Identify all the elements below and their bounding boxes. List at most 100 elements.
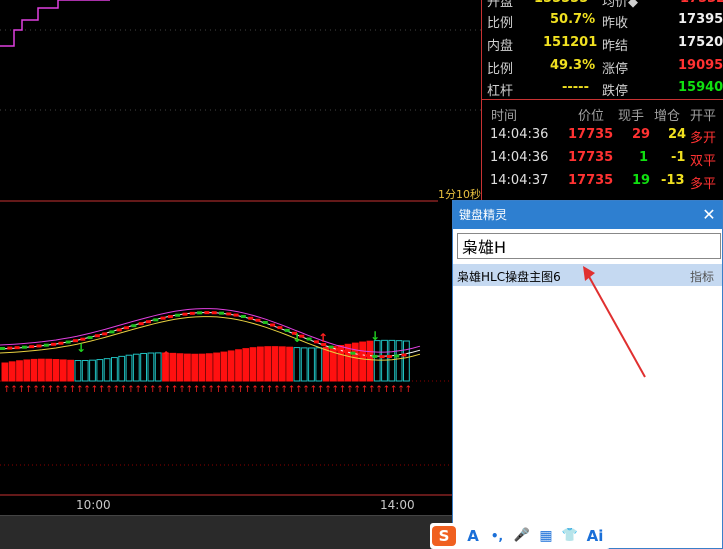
quote-row-4: 杠杆 ----- 跌停 15940 (487, 80, 723, 99)
punctuation-icon[interactable]: •, (488, 526, 506, 546)
volume-bar (264, 346, 272, 382)
volume-bar (118, 355, 126, 382)
volume-bar (8, 361, 16, 382)
signal-arrow: ↓ (292, 331, 302, 345)
volume-bar (213, 352, 220, 382)
ma-candle (138, 322, 144, 326)
price-step-line (0, 0, 110, 47)
volume-bar (271, 346, 279, 382)
microphone-icon[interactable]: 🎤 (512, 526, 532, 546)
quote-row-2: 内盘 151201 昨结 17520 (487, 35, 723, 54)
ma-candle (182, 312, 188, 316)
ma-candle (401, 353, 407, 357)
volume-bar (227, 350, 235, 382)
ma-candle (248, 316, 254, 320)
ma-candle (14, 346, 20, 350)
keyboard-icon[interactable]: ▦ (536, 526, 556, 546)
ma-candle (124, 326, 130, 330)
keyboard-wizard-dialog[interactable]: 键盘精灵 ✕ 枭雄HLC操盘主图6 指标 (452, 200, 723, 549)
ma-candle (240, 314, 246, 318)
quote-row-3: 比例 49.3% 涨停 19095 (487, 58, 723, 77)
volume-bar (125, 354, 133, 382)
ai-icon[interactable]: Ai (584, 526, 606, 546)
arrow-up-mark: ↑ (405, 385, 413, 395)
tick-row: 14:04:37 17735 19 -13 多平 (490, 173, 717, 192)
volume-bar (388, 339, 396, 382)
ime-toolbar[interactable]: S A •, 🎤 ▦ 👕 Ai (430, 523, 610, 549)
volume-bar (140, 352, 147, 382)
ma-candle (29, 345, 35, 349)
signal-arrow: ↑ (161, 349, 171, 363)
result-name: 枭雄HLC操盘主图6 (457, 270, 561, 284)
volume-bar (67, 359, 74, 382)
ma-candle (58, 341, 64, 345)
volume-bar (257, 346, 264, 382)
kline-chart[interactable]: ↑ ↑ ↑ ↑ ↑ ↑ ↑ ↑ ↑ ↑ ↑ ↑ ↑ ↑ ↑ ↑ ↑ ↑ ↑ ↑ ↑ ↑ ↑ ↑ ↑ ↑ ↑ ↑ ↑ ↑ ↑ ↑ ↑ ↑ ↑ ↑ ↑ ↑ ↑ ↑… (0, 0, 481, 512)
quote-panel: 开盘 155555 均价◆ 17532 比例 50.7% 昨收 17395 内盘… (481, 0, 723, 200)
ma-candle (365, 354, 370, 358)
volume-bar (322, 346, 330, 382)
volume-bar (242, 348, 250, 382)
ma-candle (350, 351, 356, 355)
ma-candle (262, 320, 268, 324)
ma-candle (394, 354, 400, 358)
keyboard-wizard-input[interactable] (457, 233, 721, 259)
ma-candle (357, 353, 363, 357)
volume-bar (81, 360, 89, 382)
tick-row: 14:04:36 17735 1 -1 双平 (490, 150, 717, 169)
ma-candle (379, 355, 385, 359)
skin-icon[interactable]: 👕 (560, 526, 580, 546)
volume-bar (381, 339, 388, 382)
keyboard-wizard-titlebar: 键盘精灵 ✕ (453, 201, 722, 229)
volume-bar (373, 340, 381, 382)
volume-bar (278, 346, 286, 382)
ime-mode-icon[interactable]: A (464, 526, 482, 546)
volume-bar (351, 342, 359, 382)
volume-bar (300, 347, 308, 382)
ma-candle (94, 334, 100, 338)
sogou-logo-icon[interactable]: S (432, 526, 456, 546)
volume-bar (132, 353, 140, 382)
volume-bar (366, 340, 374, 382)
volume-bar (315, 347, 323, 382)
tick-row: 14:04:36 17735 29 24 多开 (490, 127, 717, 146)
volume-bar (1, 362, 9, 382)
ma-candle (160, 316, 166, 320)
ma-candle (204, 311, 210, 315)
volume-bar (359, 341, 367, 382)
ma-candle (343, 349, 349, 353)
ma-candle (255, 318, 261, 322)
chart-area[interactable]: ↑ ↑ ↑ ↑ ↑ ↑ ↑ ↑ ↑ ↑ ↑ ↑ ↑ ↑ ↑ ↑ ↑ ↑ ↑ ↑ ↑ ↑ ↑ ↑ ↑ ↑ ↑ ↑ ↑ ↑ ↑ ↑ ↑ ↑ ↑ ↑ ↑ ↑ ↑ ↑… (0, 0, 481, 512)
ma-candle (386, 355, 392, 359)
close-icon[interactable]: ✕ (700, 201, 718, 229)
volume-bar (198, 353, 206, 382)
ma-candle (226, 312, 232, 316)
ma-candle (328, 345, 334, 349)
volume-bar (176, 353, 184, 382)
ma-candle (146, 320, 151, 324)
ma-candle (7, 346, 13, 350)
ma-candle (116, 328, 122, 332)
signal-arrow: ↓ (370, 329, 380, 343)
volume-bar (286, 346, 294, 382)
ma-candle (270, 323, 276, 327)
tick-header-row: 时间 价位 现手 增仓 开平 (491, 109, 717, 124)
ma-candle (372, 354, 378, 358)
volume-bar (191, 353, 199, 382)
ma-candle (306, 337, 312, 341)
ma-candle (153, 318, 159, 322)
volume-bar (30, 358, 38, 382)
annotation-arrow-icon (583, 266, 646, 378)
ma-candle (51, 342, 57, 346)
ma-candle (219, 311, 224, 315)
ma-candle (21, 345, 27, 349)
time-label-1400: 14:00 (380, 498, 415, 512)
volume-bar (59, 359, 67, 382)
ma-candle (233, 313, 239, 317)
volume-bar (38, 358, 45, 382)
ma-candle (131, 324, 137, 328)
volume-bar (96, 359, 104, 382)
ma-candle (277, 326, 283, 330)
ma-candle (197, 311, 203, 315)
volume-bar (220, 351, 228, 382)
